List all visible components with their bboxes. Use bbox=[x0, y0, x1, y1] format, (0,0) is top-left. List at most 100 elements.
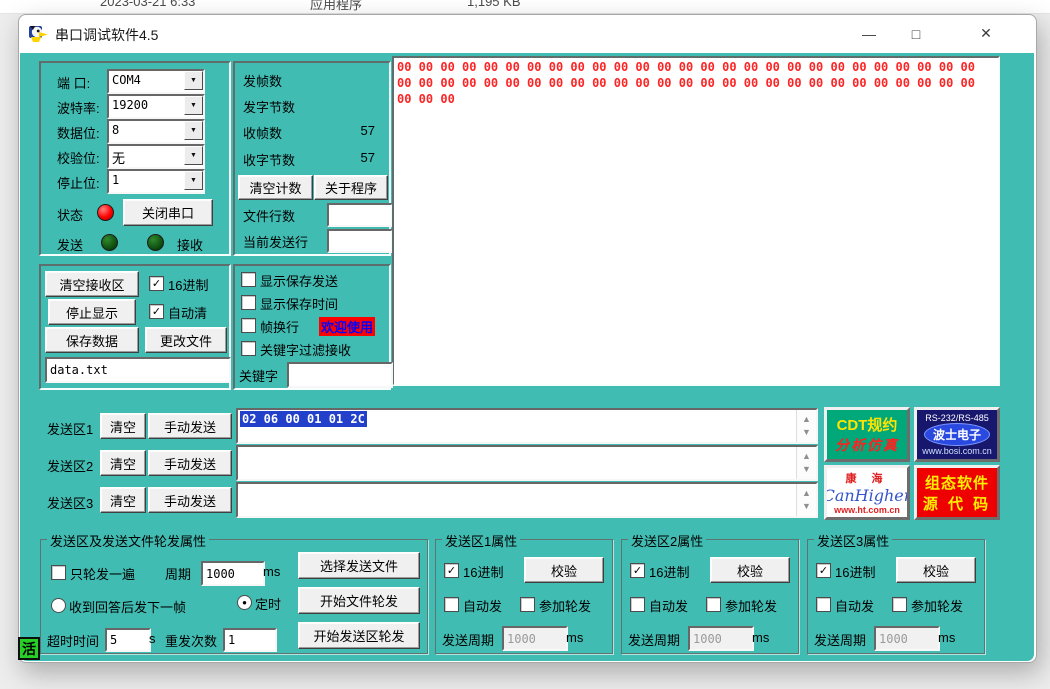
ime-status-badge[interactable]: 活 bbox=[18, 637, 40, 660]
area2-verify-button[interactable]: 校验 bbox=[710, 557, 790, 583]
area2-autosend-checkbox[interactable] bbox=[630, 597, 645, 612]
area2-group-title: 发送区2属性 bbox=[628, 531, 706, 550]
period-label: 周期 bbox=[165, 564, 191, 583]
timeout-input[interactable]: 5 bbox=[105, 628, 151, 652]
rx-frames-value: 57 bbox=[361, 123, 375, 138]
area3-period-input[interactable]: 1000 bbox=[874, 626, 940, 651]
send-area1-input[interactable]: 02 06 00 01 01 2C ▲ ▼ bbox=[236, 408, 818, 444]
area1-autosend-checkbox[interactable] bbox=[444, 597, 459, 612]
area2-hex-checkbox[interactable]: ✓ bbox=[630, 563, 645, 578]
send-area3-clear-button[interactable]: 清空 bbox=[100, 487, 146, 513]
chevron-down-icon[interactable]: ▼ bbox=[184, 171, 203, 190]
change-file-button[interactable]: 更改文件 bbox=[145, 327, 227, 353]
save-data-button[interactable]: 保存数据 bbox=[45, 327, 139, 353]
tx-label: 发送 bbox=[57, 235, 83, 254]
spin-up-icon[interactable]: ▲ bbox=[802, 489, 811, 498]
show-save-time-checkbox[interactable] bbox=[241, 295, 256, 310]
keyword-label: 关键字 bbox=[239, 366, 278, 385]
databits-value: 8 bbox=[112, 123, 119, 137]
area1-hex-checkbox[interactable]: ✓ bbox=[444, 563, 459, 578]
send-area3-manual-send-button[interactable]: 手动发送 bbox=[148, 487, 232, 513]
area1-autosend-label: 自动发 bbox=[463, 596, 502, 615]
send-area1-manual-send-button[interactable]: 手动发送 bbox=[148, 413, 232, 439]
start-file-rotation-button[interactable]: 开始文件轮发 bbox=[298, 587, 420, 614]
area3-autosend-checkbox[interactable] bbox=[816, 597, 831, 612]
area1-verify-button[interactable]: 校验 bbox=[524, 557, 604, 583]
scada-source-banner[interactable]: 组态软件 源 代 码 bbox=[914, 465, 1000, 520]
explorer-row-fragment: 2023-03-21 6:33 应用程序 1,195 KB bbox=[0, 0, 1050, 14]
cdt-protocol-banner[interactable]: CDT规约 分析仿真 bbox=[824, 407, 910, 462]
spin-up-icon[interactable]: ▲ bbox=[802, 415, 811, 424]
file-lines-input[interactable] bbox=[327, 203, 393, 227]
rx-frames-label: 收帧数 bbox=[243, 123, 282, 142]
stop-display-button[interactable]: 停止显示 bbox=[48, 299, 136, 325]
minimize-button[interactable]: — bbox=[846, 15, 892, 52]
send-area3-label: 发送区3 bbox=[47, 493, 93, 512]
area2-join-rotation-checkbox[interactable] bbox=[706, 597, 721, 612]
keyword-input[interactable] bbox=[287, 362, 393, 388]
chevron-down-icon[interactable]: ▼ bbox=[184, 146, 203, 165]
maximize-button[interactable]: □ bbox=[893, 15, 939, 52]
receive-controls-panel: 清空接收区 ✓ 16进制 停止显示 ✓ 自动清 保存数据 更改文件 data.t… bbox=[39, 264, 231, 390]
area2-period-input[interactable]: 1000 bbox=[688, 626, 754, 651]
frame-newline-checkbox[interactable] bbox=[241, 318, 256, 333]
bosi-banner[interactable]: RS-232/RS-485 波士电子 www.bosi.com.cn bbox=[914, 407, 1000, 462]
chevron-down-icon[interactable]: ▼ bbox=[184, 71, 203, 90]
receive-display[interactable]: 00 00 00 00 00 00 00 00 00 00 00 00 00 0… bbox=[392, 56, 1000, 386]
send-area2-props-group: 发送区2属性 ✓ 16进制 校验 自动发 参加轮发 发送周期 1000 ms bbox=[621, 539, 799, 654]
spin-down-icon[interactable]: ▼ bbox=[802, 465, 811, 474]
select-send-file-button[interactable]: 选择发送文件 bbox=[298, 552, 420, 579]
send-area2-clear-button[interactable]: 清空 bbox=[100, 450, 146, 476]
area1-hex-label: 16进制 bbox=[463, 562, 503, 581]
chevron-down-icon[interactable]: ▼ bbox=[184, 96, 203, 115]
send-area2-input[interactable]: ▲ ▼ bbox=[236, 445, 818, 481]
file-date: 2023-03-21 6:33 bbox=[100, 0, 195, 9]
area3-verify-button[interactable]: 校验 bbox=[896, 557, 976, 583]
rx-led bbox=[147, 234, 164, 251]
send-after-answer-radio[interactable] bbox=[51, 598, 66, 613]
rx-bytes-label: 收字节数 bbox=[243, 150, 295, 169]
stopbits-select[interactable]: 1 ▼ bbox=[107, 169, 205, 194]
spin-down-icon[interactable]: ▼ bbox=[802, 502, 811, 511]
period-input[interactable]: 1000 bbox=[201, 561, 265, 586]
title-bar[interactable]: 串口调试软件4.5 — □ ✕ bbox=[19, 15, 1036, 53]
show-save-send-checkbox[interactable] bbox=[241, 272, 256, 287]
auto-clear-checkbox[interactable]: ✓ bbox=[149, 304, 164, 319]
area3-hex-checkbox[interactable]: ✓ bbox=[816, 563, 831, 578]
baud-select[interactable]: 19200 ▼ bbox=[107, 94, 205, 119]
send-area2-spinner: ▲ ▼ bbox=[796, 447, 816, 479]
send-area3-input[interactable]: ▲ ▼ bbox=[236, 482, 818, 518]
port-select[interactable]: COM4 ▼ bbox=[107, 69, 205, 94]
databits-select[interactable]: 8 ▼ bbox=[107, 119, 205, 144]
rotation-properties-group: 发送区及发送文件轮发属性 只轮发一遍 周期 1000 ms 选择发送文件 收到回… bbox=[40, 539, 428, 654]
clear-receive-button[interactable]: 清空接收区 bbox=[45, 271, 139, 297]
chevron-down-icon[interactable]: ▼ bbox=[184, 121, 203, 140]
about-button[interactable]: 关于程序 bbox=[314, 175, 388, 200]
start-area-rotation-button[interactable]: 开始发送区轮发 bbox=[298, 622, 420, 649]
area2-hex-label: 16进制 bbox=[649, 562, 689, 581]
send-area1-clear-button[interactable]: 清空 bbox=[100, 413, 146, 439]
filename-input[interactable]: data.txt bbox=[45, 357, 231, 383]
tx-bytes-label: 发字节数 bbox=[243, 97, 295, 116]
send-after-answer-label: 收到回答后发下一帧 bbox=[69, 597, 186, 616]
area1-period-input[interactable]: 1000 bbox=[502, 626, 568, 651]
area1-join-rotation-checkbox[interactable] bbox=[520, 597, 535, 612]
spin-down-icon[interactable]: ▼ bbox=[802, 428, 811, 437]
send-area2-label: 发送区2 bbox=[47, 456, 93, 475]
current-line-input[interactable] bbox=[327, 229, 393, 253]
clear-counters-button[interactable]: 清空计数 bbox=[238, 175, 313, 200]
stopbits-value: 1 bbox=[112, 173, 119, 187]
parity-select[interactable]: 无 ▼ bbox=[107, 144, 205, 169]
keyword-filter-checkbox[interactable] bbox=[241, 341, 256, 356]
retry-input[interactable]: 1 bbox=[223, 628, 277, 652]
send-once-checkbox[interactable] bbox=[51, 565, 66, 580]
rotation-group-title: 发送区及发送文件轮发属性 bbox=[47, 531, 209, 550]
close-port-button[interactable]: 关闭串口 bbox=[123, 199, 213, 226]
close-button[interactable]: ✕ bbox=[963, 15, 1009, 52]
spin-up-icon[interactable]: ▲ bbox=[802, 452, 811, 461]
send-area2-manual-send-button[interactable]: 手动发送 bbox=[148, 450, 232, 476]
timer-radio[interactable]: ● bbox=[237, 595, 252, 610]
canhigher-banner[interactable]: 康 海 CanHigher www.ht.com.cn bbox=[824, 465, 910, 520]
hex-display-checkbox[interactable]: ✓ bbox=[149, 276, 164, 291]
area3-join-rotation-checkbox[interactable] bbox=[892, 597, 907, 612]
